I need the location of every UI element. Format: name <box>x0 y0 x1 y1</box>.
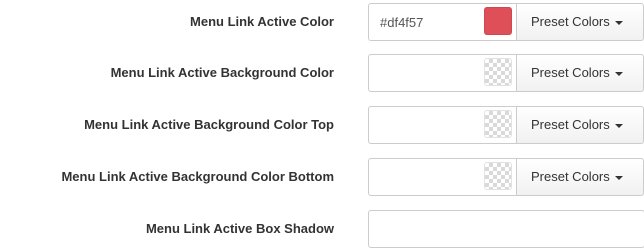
caret-down-icon <box>614 20 623 25</box>
preset-colors-label: Preset Colors <box>531 169 610 184</box>
setting-row-menu-link-active-color: Menu Link Active Color Preset Colors <box>0 3 644 41</box>
setting-row-menu-link-active-box-shadow: Menu Link Active Box Shadow <box>0 210 644 248</box>
caret-down-icon <box>614 175 623 180</box>
setting-label: Menu Link Active Background Color Bottom <box>61 169 334 184</box>
preset-colors-label: Preset Colors <box>531 117 610 132</box>
transparent-swatch-icon[interactable] <box>484 162 512 190</box>
setting-label: Menu Link Active Background Color <box>110 65 334 80</box>
box-shadow-input[interactable] <box>368 210 644 248</box>
preset-colors-button[interactable]: Preset Colors <box>516 54 644 92</box>
preset-colors-button[interactable]: Preset Colors <box>516 158 644 196</box>
caret-down-icon <box>614 71 623 76</box>
color-swatch[interactable] <box>484 7 512 35</box>
preset-colors-button[interactable]: Preset Colors <box>516 3 644 41</box>
setting-row-menu-link-active-background-color-top: Menu Link Active Background Color Top Pr… <box>0 106 644 144</box>
preset-colors-label: Preset Colors <box>531 65 610 80</box>
preset-colors-button[interactable]: Preset Colors <box>516 106 644 144</box>
setting-row-menu-link-active-background-color-bottom: Menu Link Active Background Color Bottom… <box>0 158 644 196</box>
transparent-swatch-icon[interactable] <box>484 58 512 86</box>
setting-label: Menu Link Active Background Color Top <box>84 117 334 132</box>
setting-label: Menu Link Active Box Shadow <box>145 221 334 236</box>
preset-colors-label: Preset Colors <box>531 14 610 29</box>
caret-down-icon <box>614 123 623 128</box>
transparent-swatch-icon[interactable] <box>484 110 512 138</box>
setting-row-menu-link-active-background-color: Menu Link Active Background Color Preset… <box>0 54 644 92</box>
setting-label: Menu Link Active Color <box>190 14 334 29</box>
